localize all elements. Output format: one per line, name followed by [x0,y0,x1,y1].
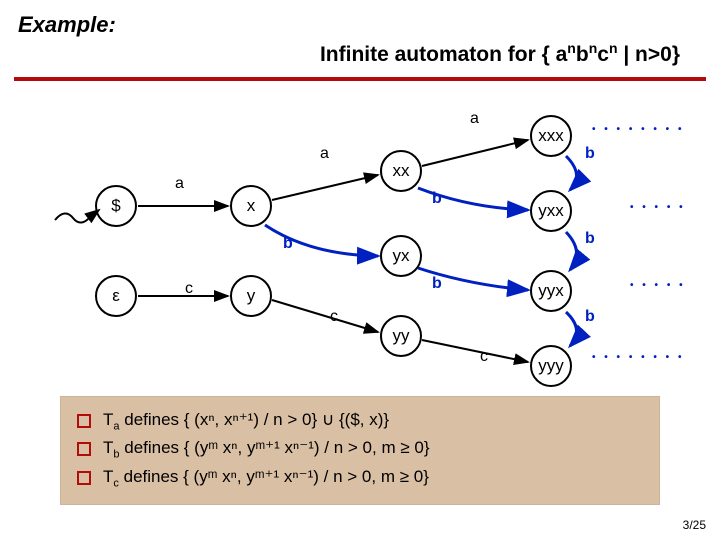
bullet-icon [77,442,91,456]
divider [14,77,706,81]
definitions-box: Ta defines { (xⁿ, xⁿ⁺¹) / n > 0} ∪ {($, … [60,396,660,505]
arrow-layer [0,90,720,390]
def-tb: Tb defines { (yᵐ xⁿ, yᵐ⁺¹ xⁿ⁻¹) / n > 0,… [103,435,645,463]
def-ta: Ta defines { (xⁿ, xⁿ⁺¹) / n > 0} ∪ {($, … [103,407,645,435]
bullet-icon [77,471,91,485]
title-example: Example: [18,12,702,38]
def-tc: Tc defines { (yᵐ xⁿ, yᵐ⁺¹ xⁿ⁻¹) / n > 0,… [103,464,645,492]
page-number: 3/25 [683,518,706,532]
bullet-icon [77,414,91,428]
title-heading: Infinite automaton for { anbncn | n>0} [18,40,702,67]
automaton-diagram: $ ε x y xx yx yy xxx yxx yyx yyy a c a b… [0,90,720,390]
heading-pre: Infinite automaton for { a [320,43,567,66]
heading-post: | n>0} [618,43,681,66]
